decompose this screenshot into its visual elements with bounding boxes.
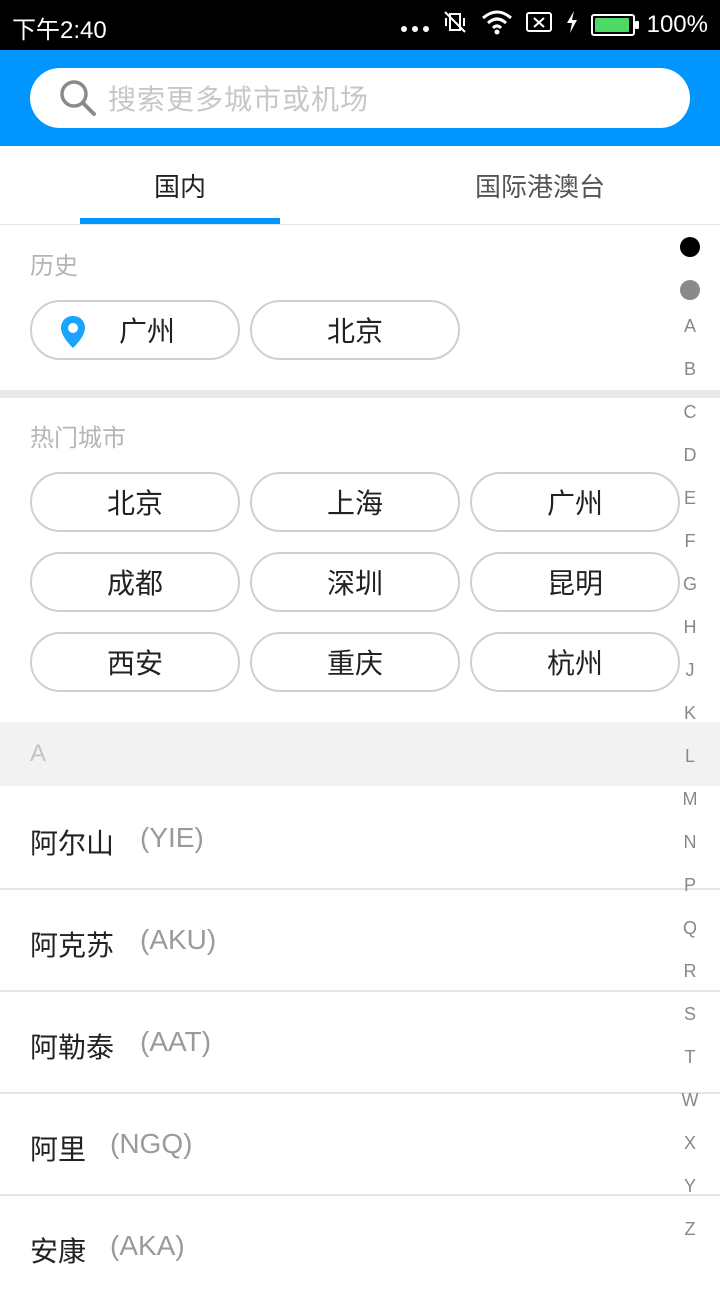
index-letter[interactable]: X xyxy=(680,1133,700,1154)
hot-city-chip[interactable]: 深圳 xyxy=(250,552,460,612)
city-list-item[interactable]: 阿克苏 (AKU) xyxy=(0,890,720,992)
index-letter[interactable]: L xyxy=(680,746,700,767)
index-letter[interactable]: Y xyxy=(680,1176,700,1197)
city-name: 安康 xyxy=(30,1235,87,1268)
search-placeholder: 搜索更多城市或机场 xyxy=(108,83,370,116)
vibrate-off-icon xyxy=(441,8,469,43)
index-hot-dot[interactable] xyxy=(680,280,700,300)
index-letter[interactable]: A xyxy=(680,316,700,337)
tab-domestic[interactable]: 国内 xyxy=(80,146,280,224)
hot-city-chip[interactable]: 西安 xyxy=(30,632,240,692)
index-history-dot[interactable] xyxy=(680,237,700,257)
city-name: 阿克苏 xyxy=(30,929,115,962)
hot-city-chip[interactable]: 上海 xyxy=(250,472,460,532)
city-list-item[interactable]: 阿勒泰 (AAT) xyxy=(0,992,720,1094)
section-divider xyxy=(0,390,720,398)
city-list-item[interactable]: 阿尔山 (YIE) xyxy=(0,788,720,890)
tab-indicator xyxy=(80,218,280,224)
search-header: 搜索更多城市或机场 xyxy=(0,50,720,146)
charging-icon xyxy=(565,10,579,41)
index-letter[interactable]: S xyxy=(680,1004,700,1025)
index-letter[interactable]: E xyxy=(680,488,700,509)
city-name: 阿勒泰 xyxy=(30,1031,115,1064)
index-letter[interactable]: D xyxy=(680,445,700,466)
tab-international[interactable]: 国际港澳台 xyxy=(440,146,640,224)
airport-code: (YIE) xyxy=(140,822,204,853)
wifi-icon xyxy=(481,9,513,42)
index-letter[interactable]: T xyxy=(680,1047,700,1068)
status-time: 下午2:40 xyxy=(12,17,107,44)
airport-code: (AKA) xyxy=(110,1230,185,1261)
search-icon xyxy=(56,76,100,120)
index-letter[interactable]: H xyxy=(680,617,700,638)
hot-city-chip[interactable]: 广州 xyxy=(470,472,680,532)
history-chip[interactable]: 北京 xyxy=(250,300,460,360)
index-letter[interactable]: N xyxy=(680,832,700,853)
city-list-item[interactable]: 阿里 (NGQ) xyxy=(0,1094,720,1196)
battery-percent: 100% xyxy=(646,11,708,38)
status-bar: 下午2:40 100% xyxy=(0,0,720,50)
history-chip-label: 广州 xyxy=(118,315,175,348)
search-input[interactable]: 搜索更多城市或机场 xyxy=(30,68,690,128)
hot-city-chip[interactable]: 北京 xyxy=(30,472,240,532)
location-pin-icon xyxy=(60,315,86,356)
airport-code: (NGQ) xyxy=(110,1128,193,1159)
city-name: 阿里 xyxy=(30,1133,87,1166)
hot-city-chip[interactable]: 昆明 xyxy=(470,552,680,612)
more-dots-icon xyxy=(400,26,429,32)
airport-code: (AKU) xyxy=(140,924,217,955)
index-letter[interactable]: K xyxy=(680,703,700,724)
history-title: 历史 xyxy=(30,252,78,280)
history-chip-location[interactable]: 广州 xyxy=(30,300,240,360)
index-letter[interactable]: Q xyxy=(680,918,700,939)
index-letter[interactable]: B xyxy=(680,359,700,380)
airport-code: (AAT) xyxy=(140,1026,212,1057)
hot-cities-title: 热门城市 xyxy=(30,424,126,452)
status-icons: 100% xyxy=(400,8,708,43)
city-list-item[interactable]: 安康 (AKA) xyxy=(0,1196,720,1296)
index-letter[interactable]: C xyxy=(680,402,700,423)
hot-city-chip[interactable]: 杭州 xyxy=(470,632,680,692)
index-letter[interactable]: M xyxy=(680,789,700,810)
sim-off-icon xyxy=(525,10,553,41)
letter-section-label: A xyxy=(30,740,47,767)
tab-bar: 国内 国际港澳台 xyxy=(0,146,720,225)
letter-section-header: A xyxy=(0,722,720,786)
hot-city-chip[interactable]: 成都 xyxy=(30,552,240,612)
city-name: 阿尔山 xyxy=(30,827,115,860)
index-letter[interactable]: R xyxy=(680,961,700,982)
index-letter[interactable]: G xyxy=(680,574,700,595)
hot-city-chip[interactable]: 重庆 xyxy=(250,632,460,692)
index-letter[interactable]: P xyxy=(680,875,700,896)
battery-icon xyxy=(590,14,639,36)
index-letter[interactable]: Z xyxy=(680,1219,700,1240)
index-letter[interactable]: W xyxy=(680,1090,700,1111)
index-letter[interactable]: F xyxy=(680,531,700,552)
index-letter[interactable]: J xyxy=(680,660,700,681)
